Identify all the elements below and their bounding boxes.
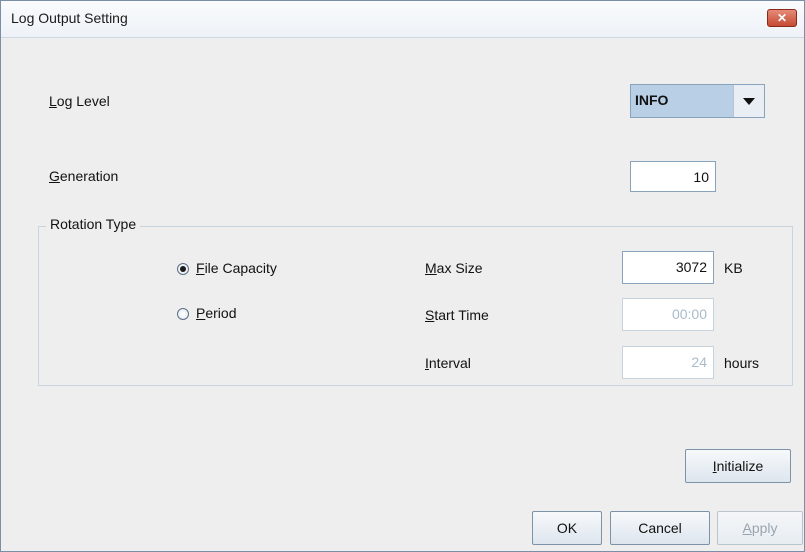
log-level-dropdown[interactable]: INFO: [630, 84, 765, 118]
chevron-down-icon[interactable]: [733, 85, 764, 117]
log-level-label: Log Level: [49, 93, 110, 109]
generation-field[interactable]: 10: [630, 161, 716, 192]
start-time-label: Start Time: [425, 307, 489, 323]
close-icon[interactable]: ✕: [767, 9, 797, 27]
interval-unit: hours: [724, 355, 760, 371]
file-capacity-radio[interactable]: [177, 263, 189, 275]
window-title: Log Output Setting: [11, 10, 128, 26]
period-label[interactable]: Period: [196, 305, 236, 321]
interval-label: Interval: [425, 355, 471, 371]
max-size-unit: KB: [724, 260, 743, 276]
max-size-field[interactable]: 3072: [622, 251, 714, 284]
initialize-button[interactable]: Initialize: [685, 449, 791, 483]
generation-label: Generation: [49, 168, 119, 184]
log-level-value: INFO: [635, 92, 669, 108]
rotation-type-title: Rotation Type: [46, 216, 141, 232]
apply-button[interactable]: Apply: [717, 511, 803, 545]
ok-button[interactable]: OK: [532, 511, 602, 545]
file-capacity-label[interactable]: File Capacity: [196, 260, 277, 276]
max-size-label: Max Size: [425, 260, 483, 276]
start-time-field[interactable]: 00:00: [622, 298, 714, 331]
cancel-button[interactable]: Cancel: [610, 511, 710, 545]
interval-field[interactable]: 24: [622, 346, 714, 379]
dialog-window: Log Output Setting ✕ Log Level INFO Gene…: [0, 0, 805, 552]
title-bar[interactable]: Log Output Setting ✕: [1, 1, 804, 38]
period-radio[interactable]: [177, 308, 189, 320]
